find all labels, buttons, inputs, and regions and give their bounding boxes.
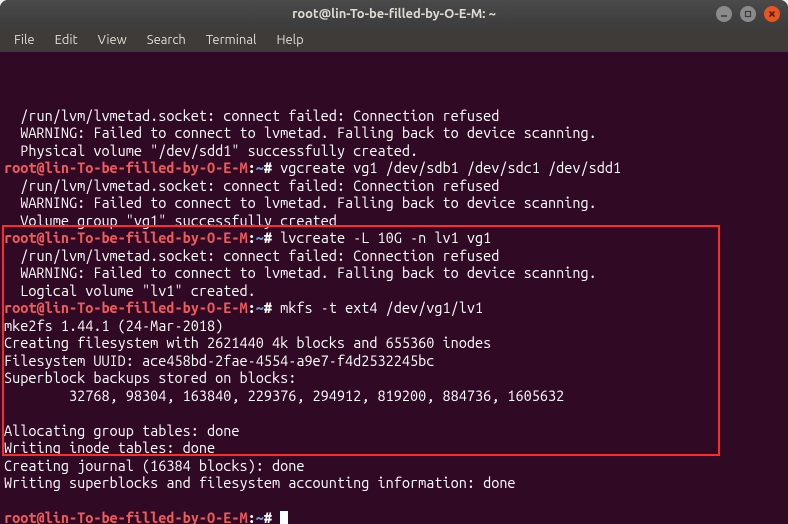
terminal-line: root@lin-To-be-filled-by-O-E-M:~# <box>4 509 784 524</box>
prompt-symbol: # <box>264 509 272 524</box>
prompt-user-host: root@lin-To-be-filled-by-O-E-M <box>4 299 248 316</box>
maximize-button[interactable] <box>740 6 756 22</box>
terminal-line: root@lin-To-be-filled-by-O-E-M:~# vgcrea… <box>4 159 784 177</box>
terminal-line: Volume group "vg1" successfully created <box>4 212 784 230</box>
prompt-symbol: # <box>264 229 272 246</box>
terminal-body[interactable]: /run/lvm/lvmetad.socket: connect failed:… <box>0 52 788 524</box>
minimize-button[interactable] <box>716 6 732 22</box>
terminal-line: /run/lvm/lvmetad.socket: connect failed:… <box>4 247 784 265</box>
prompt-separator: : <box>248 159 256 176</box>
prompt-user-host: root@lin-To-be-filled-by-O-E-M <box>4 229 248 246</box>
menu-terminal[interactable]: Terminal <box>198 31 265 49</box>
prompt-path: ~ <box>256 159 264 176</box>
command-text: vgcreate vg1 /dev/sdb1 /dev/sdc1 /dev/sd… <box>272 159 621 176</box>
terminal-line: 32768, 98304, 163840, 229376, 294912, 81… <box>4 387 784 405</box>
terminal-line: Filesystem UUID: ace458bd-2fae-4554-a9e7… <box>4 352 784 370</box>
terminal-line: Creating journal (16384 blocks): done <box>4 457 784 475</box>
prompt-path: ~ <box>256 299 264 316</box>
close-button[interactable] <box>764 6 780 22</box>
titlebar: root@lin-To-be-filled-by-O-E-M: ~ <box>0 0 788 28</box>
command-text: mkfs -t ext4 /dev/vg1/lv1 <box>272 299 483 316</box>
prompt-symbol: # <box>264 159 272 176</box>
terminal-line: /run/lvm/lvmetad.socket: connect failed:… <box>4 107 784 125</box>
terminal-line: root@lin-To-be-filled-by-O-E-M:~# mkfs -… <box>4 299 784 317</box>
terminal-window: root@lin-To-be-filled-by-O-E-M: ~ File E… <box>0 0 788 524</box>
terminal-line: Writing inode tables: done <box>4 439 784 457</box>
command-text: lvcreate -L 10G -n lv1 vg1 <box>272 229 491 246</box>
prompt-separator: : <box>248 299 256 316</box>
terminal-line: WARNING: Failed to connect to lvmetad. F… <box>4 194 784 212</box>
minimize-icon <box>720 10 728 18</box>
terminal-line: WARNING: Failed to connect to lvmetad. F… <box>4 264 784 282</box>
terminal-line: Logical volume "lv1" created. <box>4 282 784 300</box>
prompt-path: ~ <box>256 509 264 524</box>
maximize-icon <box>744 10 752 18</box>
terminal-line: Physical volume "/dev/sdd1" successfully… <box>4 142 784 160</box>
close-icon <box>768 10 776 18</box>
terminal-line: root@lin-To-be-filled-by-O-E-M:~# lvcrea… <box>4 229 784 247</box>
prompt-separator: : <box>248 509 256 524</box>
menu-view[interactable]: View <box>90 31 135 49</box>
menu-file[interactable]: File <box>6 31 43 49</box>
menu-help[interactable]: Help <box>268 31 311 49</box>
terminal-line: mke2fs 1.44.1 (24-Mar-2018) <box>4 317 784 335</box>
terminal-line: Allocating group tables: done <box>4 422 784 440</box>
prompt-path: ~ <box>256 229 264 246</box>
window-title: root@lin-To-be-filled-by-O-E-M: ~ <box>292 7 496 21</box>
terminal-line <box>4 492 784 510</box>
terminal-line: Superblock backups stored on blocks: <box>4 369 784 387</box>
prompt-user-host: root@lin-To-be-filled-by-O-E-M <box>4 159 248 176</box>
terminal-line: Creating filesystem with 2621440 4k bloc… <box>4 334 784 352</box>
command-text <box>272 509 280 524</box>
cursor <box>280 511 288 524</box>
menubar: File Edit View Search Terminal Help <box>0 28 788 52</box>
terminal-line <box>4 404 784 422</box>
prompt-separator: : <box>248 229 256 246</box>
terminal-line: WARNING: Failed to connect to lvmetad. F… <box>4 124 784 142</box>
prompt-user-host: root@lin-To-be-filled-by-O-E-M <box>4 509 248 524</box>
window-controls <box>716 6 780 22</box>
menu-search[interactable]: Search <box>139 31 194 49</box>
terminal-line: /run/lvm/lvmetad.socket: connect failed:… <box>4 177 784 195</box>
menu-edit[interactable]: Edit <box>47 31 86 49</box>
prompt-symbol: # <box>264 299 272 316</box>
terminal-line: Writing superblocks and filesystem accou… <box>4 474 784 492</box>
